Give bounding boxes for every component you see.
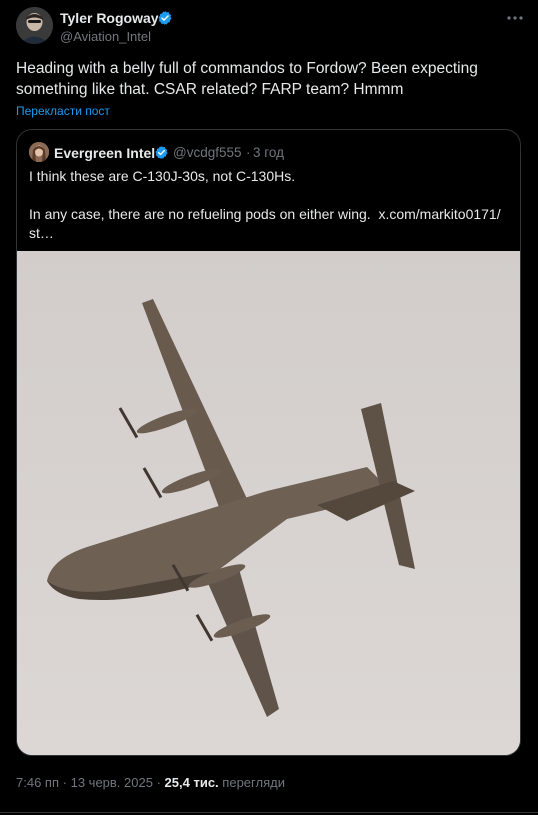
tweet-text: Heading with a belly full of commandos t… <box>16 58 516 100</box>
verified-badge-icon <box>157 10 173 26</box>
translate-post-link[interactable]: Перекласти пост <box>16 104 110 118</box>
quoted-tweet[interactable]: Evergreen Intel @vcdgf555 · 3 год I thin… <box>16 129 521 756</box>
quote-author-handle[interactable]: @vcdgf555 <box>173 145 242 160</box>
quote-text-line: I think these are C-130J-30s, not C-130H… <box>29 168 296 184</box>
quote-text-line: st… <box>29 225 54 241</box>
quote-text-line: In any case, there are no refueling pods… <box>29 205 509 224</box>
quote-author-name[interactable]: Evergreen Intel <box>54 145 155 161</box>
author-avatar[interactable] <box>16 7 53 44</box>
quote-media-image[interactable] <box>17 251 520 755</box>
quote-author-avatar[interactable] <box>29 142 49 162</box>
tweet-text-line: Heading with a belly full of commandos t… <box>16 60 478 77</box>
verified-badge-icon <box>154 145 169 160</box>
more-options-button[interactable] <box>503 6 527 28</box>
views-label: перегляди <box>222 775 285 790</box>
quote-text: I think these are C-130J-30s, not C-130H… <box>29 167 509 243</box>
tweet-meta: 7:46 пп · 13 черв. 2025 · 25,4 тис. пере… <box>16 775 285 790</box>
quote-text-segment: In any case, there are no refueling pods… <box>29 206 371 222</box>
tweet: Tyler Rogoway @Aviation_Intel Heading wi… <box>0 0 538 815</box>
author-handle[interactable]: @Aviation_Intel <box>60 29 151 44</box>
divider <box>0 812 538 813</box>
author-name[interactable]: Tyler Rogoway <box>60 10 159 26</box>
views-count: 25,4 тис. <box>164 775 219 790</box>
tweet-time[interactable]: 7:46 пп <box>16 775 59 790</box>
tweet-date[interactable]: 13 черв. 2025 <box>71 775 153 790</box>
quote-link[interactable]: x.com/markito0171/ <box>378 206 500 222</box>
tweet-text-line: something like that. CSAR related? FARP … <box>16 81 404 98</box>
separator-dot: · <box>156 775 161 790</box>
separator-dot: · <box>62 775 67 790</box>
quote-timestamp[interactable]: 3 год <box>253 145 284 160</box>
separator-dot: · <box>246 145 251 160</box>
more-icon <box>506 8 524 26</box>
